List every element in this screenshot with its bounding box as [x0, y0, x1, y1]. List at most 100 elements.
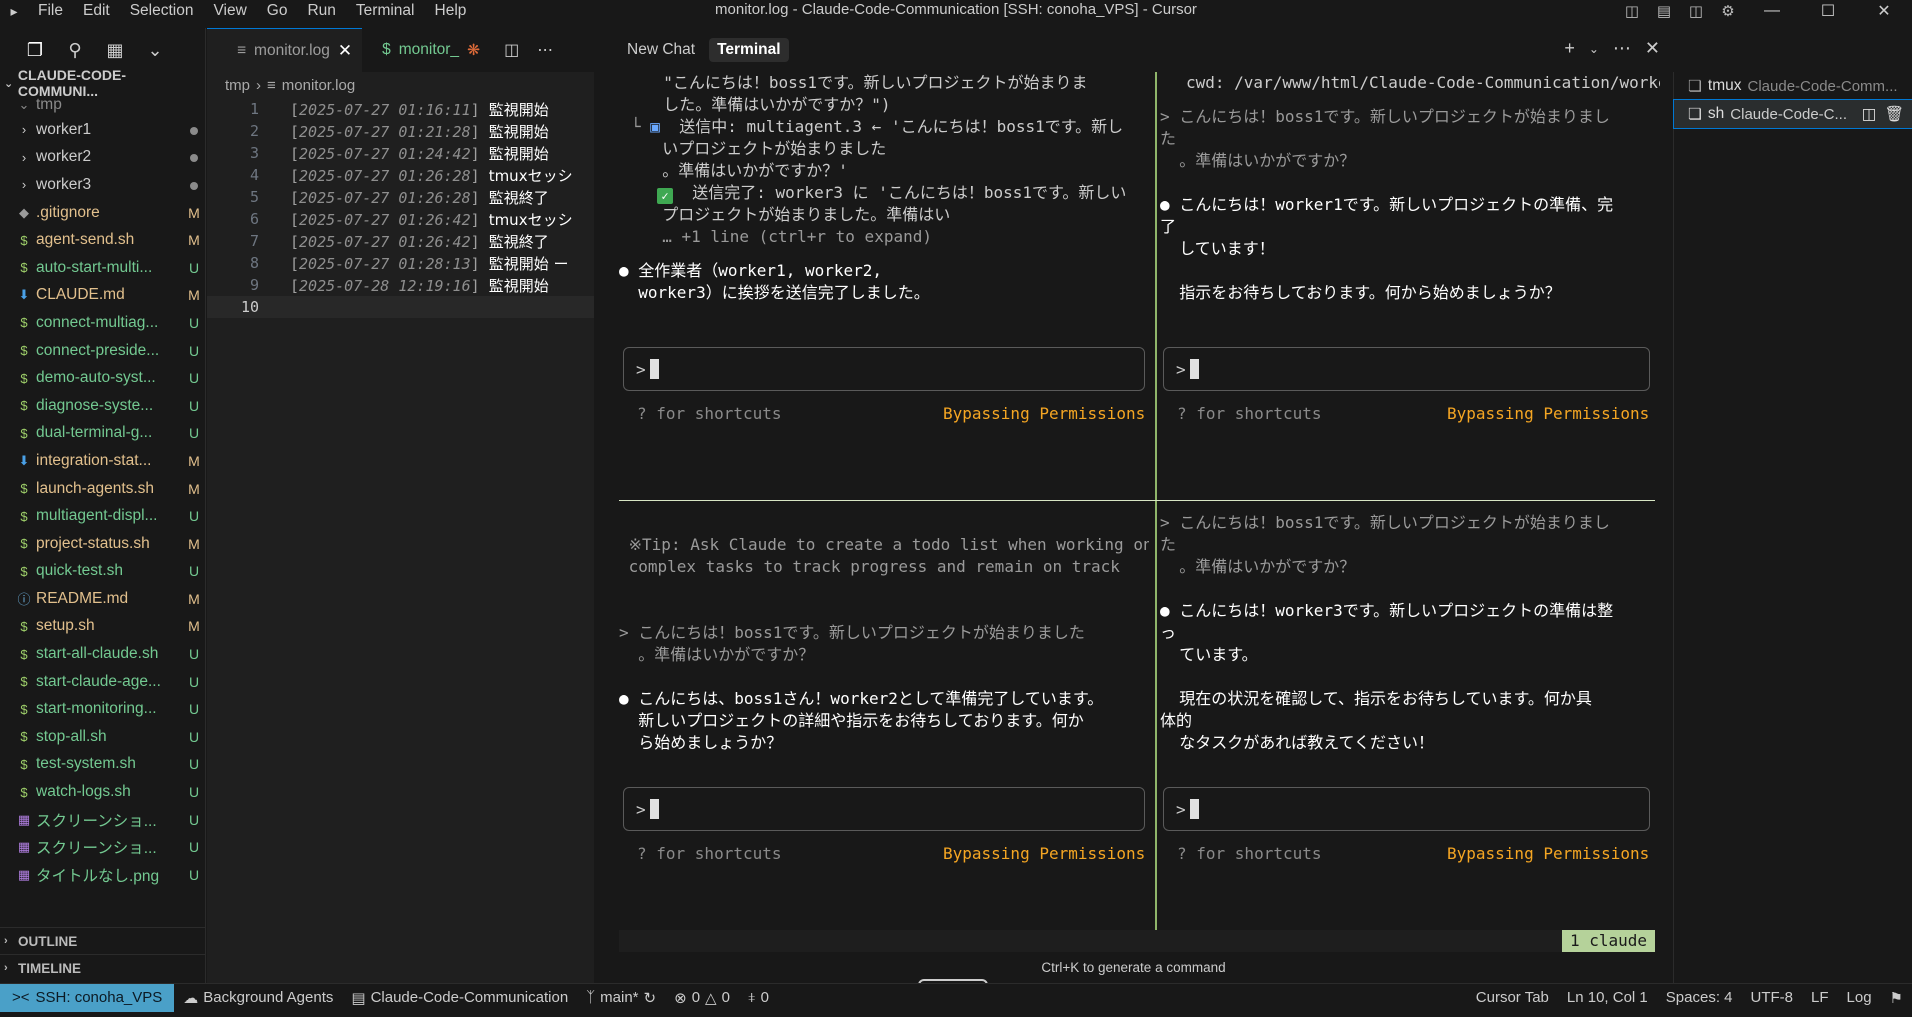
- pane-vertical-divider[interactable]: [1155, 72, 1157, 930]
- timeline-section[interactable]: › TIMELINE: [0, 954, 206, 981]
- outline-section[interactable]: › OUTLINE: [0, 927, 206, 954]
- more-actions-icon[interactable]: ⋯: [1613, 38, 1631, 59]
- tree-folder-tmp[interactable]: ⌄ tmp: [0, 94, 205, 116]
- code-line[interactable]: 4 [2025-07-27 01:26:28] tmuxセッシ: [207, 164, 594, 186]
- tree-file[interactable]: $ demo-auto-syst... U: [0, 364, 205, 392]
- menu-file[interactable]: File: [28, 0, 73, 22]
- tmux-window-label[interactable]: 1 claude: [1561, 930, 1655, 952]
- tree-file[interactable]: $ diagnose-syste... U: [0, 392, 205, 420]
- maximize-button[interactable]: ☐: [1800, 0, 1856, 22]
- code-line[interactable]: 1 [2025-07-27 01:16:11] 監視開始: [207, 98, 594, 120]
- end-of-line[interactable]: LF: [1802, 989, 1838, 1006]
- claude-prompt-input[interactable]: >: [1163, 347, 1650, 391]
- tree-file[interactable]: ▦ スクリーンショ... U: [0, 806, 205, 834]
- tree-file[interactable]: $ quick-test.sh U: [0, 558, 205, 586]
- tree-file[interactable]: $ start-claude-age... U: [0, 668, 205, 696]
- tree-file[interactable]: $ start-all-claude.sh U: [0, 640, 205, 668]
- tree-file[interactable]: ◆ .gitignore M: [0, 199, 205, 227]
- menu-edit[interactable]: Edit: [73, 0, 120, 22]
- minimize-button[interactable]: —: [1744, 0, 1800, 22]
- tree-file[interactable]: ⬇ CLAUDE.md M: [0, 282, 205, 310]
- tmux-pane-worker2[interactable]: ※Tip: Ask Claude to create a todo list w…: [619, 534, 1149, 764]
- close-window-button[interactable]: ✕: [1856, 0, 1912, 22]
- tree-folder[interactable]: › worker3: [0, 171, 205, 199]
- tree-folder[interactable]: › worker1: [0, 116, 205, 144]
- tree-file[interactable]: $ multiagent-displ... U: [0, 502, 205, 530]
- sync-icon[interactable]: ↻: [644, 989, 657, 1007]
- explorer-root[interactable]: ⌄ CLAUDE-CODE-COMMUNI...: [0, 67, 205, 99]
- tmux-pane-worker3[interactable]: > こんにちは！boss1です。新しいプロジェクトが始まりまし た 。準備はいか…: [1160, 512, 1660, 767]
- tmux-pane-boss[interactable]: "こんにちは！boss1です。新しいプロジェクトが始まりま した。準備はいかがで…: [619, 72, 1149, 327]
- tab-monitor-sh[interactable]: $ monitor_ ❋: [362, 28, 490, 72]
- code-line[interactable]: 6 [2025-07-27 01:26:42] tmuxセッシ: [207, 208, 594, 230]
- tree-file[interactable]: $ start-monitoring... U: [0, 695, 205, 723]
- tree-file[interactable]: $ setup.sh M: [0, 613, 205, 641]
- code-line[interactable]: 7 [2025-07-27 01:26:42] 監視終了: [207, 230, 594, 252]
- claude-prompt-input[interactable]: >: [623, 787, 1145, 831]
- cursor-tab-indicator[interactable]: Cursor Tab: [1467, 989, 1558, 1006]
- close-panel-icon[interactable]: ✕: [1645, 38, 1660, 59]
- tree-file[interactable]: $ connect-preside... U: [0, 337, 205, 365]
- code-line[interactable]: 9 [2025-07-28 12:19:16] 監視開始: [207, 274, 594, 296]
- tab-new-chat[interactable]: New Chat: [619, 38, 703, 62]
- menu-go[interactable]: Go: [257, 0, 298, 22]
- code-area[interactable]: 1 [2025-07-27 01:16:11] 監視開始 2 [2025-07-27 …: [207, 98, 594, 318]
- tab-terminal[interactable]: Terminal: [709, 38, 789, 62]
- language-mode[interactable]: Log: [1838, 989, 1881, 1006]
- tree-file[interactable]: ▦ タイトルなし.png U: [0, 861, 205, 889]
- toggle-secondary-sidebar-icon[interactable]: ◫: [1680, 0, 1712, 22]
- tree-file[interactable]: $ connect-multiag... U: [0, 309, 205, 337]
- search-icon[interactable]: ⚲: [62, 37, 88, 63]
- extensions-icon[interactable]: ▦: [102, 37, 128, 63]
- chevron-down-icon[interactable]: ⌄: [1589, 42, 1599, 56]
- split-editor-icon[interactable]: ◫: [504, 40, 519, 60]
- indentation[interactable]: Spaces: 4: [1657, 989, 1742, 1006]
- git-branch[interactable]: ᛉ main* ↻: [577, 989, 665, 1007]
- breadcrumb-folder[interactable]: tmp: [225, 77, 250, 94]
- terminal-item-tmux[interactable]: ❏ tmux Claude-Code-Comm...: [1674, 72, 1912, 100]
- code-line[interactable]: 8 [2025-07-27 01:28:13] 監視開始 ー: [207, 252, 594, 274]
- tree-file[interactable]: $ stop-all.sh U: [0, 723, 205, 751]
- gear-icon[interactable]: ⚙: [1712, 0, 1744, 22]
- pane-line-expand[interactable]: … +1 line (ctrl+r to expand): [619, 226, 1149, 248]
- new-terminal-icon[interactable]: +: [1564, 38, 1575, 59]
- workspace-indicator[interactable]: ▤ Claude-Code-Communication: [342, 989, 577, 1007]
- toggle-sidebar-icon[interactable]: ◫: [1616, 0, 1648, 22]
- claude-prompt-input[interactable]: >: [623, 347, 1145, 391]
- code-line[interactable]: 5 [2025-07-27 01:26:28] 監視終了: [207, 186, 594, 208]
- terminal-item-sh[interactable]: ❏ sh Claude-Code-C... ◫ 🗑: [1673, 99, 1912, 129]
- toggle-panel-icon[interactable]: ▤: [1648, 0, 1680, 22]
- bell-icon[interactable]: ⚑: [1881, 989, 1912, 1007]
- tab-monitor-log[interactable]: ≡ monitor.log ✕: [207, 28, 363, 72]
- menu-terminal[interactable]: Terminal: [346, 0, 425, 22]
- split-terminal-icon[interactable]: ◫: [1862, 105, 1877, 124]
- tree-file[interactable]: $ watch-logs.sh U: [0, 778, 205, 806]
- menu-run[interactable]: Run: [297, 0, 345, 22]
- tree-file[interactable]: $ dual-terminal-g... U: [0, 420, 205, 448]
- claude-prompt-input[interactable]: >: [1163, 787, 1650, 831]
- menu-view[interactable]: View: [203, 0, 256, 22]
- tree-file[interactable]: ▦ スクリーンショ... U: [0, 833, 205, 861]
- ports-indicator[interactable]: ⧧ 0: [739, 989, 778, 1006]
- code-line[interactable]: 3 [2025-07-27 01:24:42] 監視開始: [207, 142, 594, 164]
- chevron-down-icon[interactable]: ⌄: [142, 37, 168, 63]
- more-actions-icon[interactable]: ⋯: [537, 40, 553, 60]
- tree-file[interactable]: $ agent-send.sh M: [0, 226, 205, 254]
- code-line[interactable]: 2 [2025-07-27 01:21:28] 監視開始: [207, 120, 594, 142]
- tree-folder[interactable]: › worker2: [0, 144, 205, 172]
- tree-file[interactable]: $ auto-start-multi... U: [0, 254, 205, 282]
- pane-horizontal-divider[interactable]: [619, 500, 1655, 501]
- tree-file[interactable]: ⬇ integration-stat... M: [0, 447, 205, 475]
- explorer-icon[interactable]: ❐: [22, 37, 48, 63]
- tree-file[interactable]: $ project-status.sh M: [0, 530, 205, 558]
- tmux-pane-worker1[interactable]: cwd: /var/www/html/Claude-Code-Communica…: [1160, 72, 1660, 327]
- problems-indicator[interactable]: ⊗ 0 △ 0: [665, 989, 739, 1007]
- code-line[interactable]: 10: [207, 296, 594, 318]
- tree-file[interactable]: ⓘ README.md M: [0, 585, 205, 613]
- background-agents[interactable]: ☁ Background Agents: [174, 989, 342, 1007]
- cursor-position[interactable]: Ln 10, Col 1: [1558, 989, 1657, 1006]
- menu-help[interactable]: Help: [425, 0, 477, 22]
- encoding[interactable]: UTF-8: [1742, 989, 1803, 1006]
- breadcrumb-file[interactable]: monitor.log: [282, 77, 355, 94]
- trash-icon[interactable]: 🗑: [1884, 105, 1904, 124]
